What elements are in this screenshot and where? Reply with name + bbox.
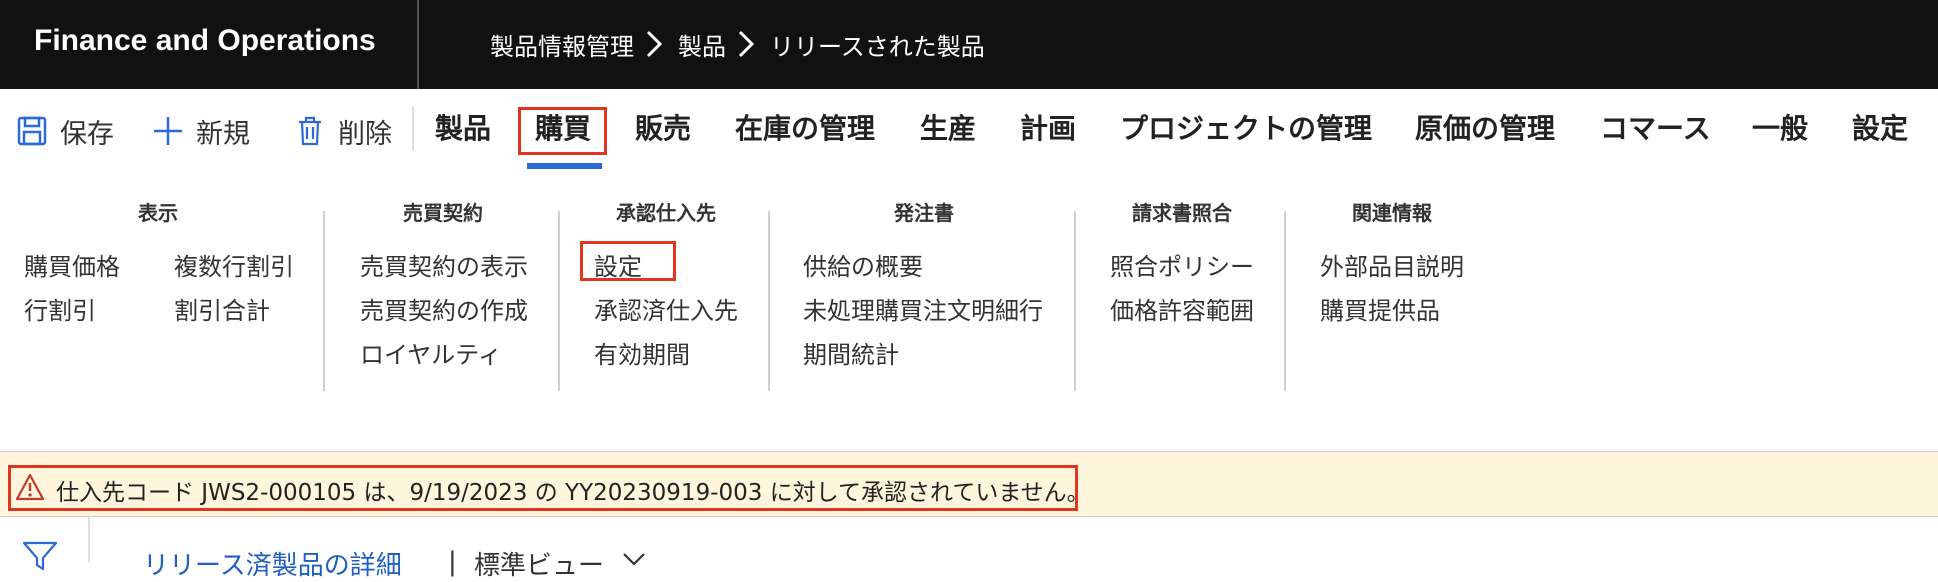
topbar-divider [417,0,419,89]
selected-tab-indicator [527,163,602,169]
chevron-right-icon [634,26,678,62]
app-title[interactable]: Finance and Operations [34,24,376,58]
tab-manage-projects[interactable]: プロジェクトの管理 [1120,109,1372,149]
filter-pane-divider [88,517,90,562]
tab-engineer[interactable]: 生産 [920,109,976,149]
ribbon-item-royalty[interactable]: ロイヤルティ [360,335,502,370]
view-separator: | [448,547,457,577]
ribbon-item-price-tolerance[interactable]: 価格許容範囲 [1110,291,1254,326]
breadcrumb-item[interactable]: 製品 [678,27,726,62]
warning-icon [15,472,45,502]
ribbon-item-period-statistics[interactable]: 期間統計 [803,335,899,370]
tab-setup[interactable]: 設定 [1852,109,1908,149]
tab-plan[interactable]: 計画 [1020,109,1076,149]
ribbon-item-total-discount[interactable]: 割引合計 [174,291,270,326]
ribbon-item-purchase-offerings[interactable]: 購買提供品 [1320,291,1440,326]
group-title-view: 表示 [138,201,178,225]
group-divider [768,211,770,391]
group-title-invoice-matching: 請求書照合 [1132,201,1232,225]
ribbon-item-external-item-description[interactable]: 外部品目説明 [1320,247,1464,282]
released-product-details-link[interactable]: リリース済製品の詳細 [143,545,402,582]
ribbon-tabs: 製品 購買 販売 在庫の管理 生産 計画 プロジェクトの管理 原価の管理 コマー… [0,89,1938,171]
tab-sell[interactable]: 販売 [635,109,691,149]
tab-general[interactable]: 一般 [1752,109,1808,149]
tab-manage-inventory[interactable]: 在庫の管理 [735,109,875,149]
filter-icon[interactable] [22,541,58,571]
chevron-down-icon[interactable] [622,551,646,566]
tab-products[interactable]: 製品 [435,109,491,149]
group-title-trade-agreements: 売買契約 [403,201,483,225]
ribbon-item-matching-policy[interactable]: 照合ポリシー [1110,247,1254,282]
ribbon-item-create-trade-agreements[interactable]: 売買契約の作成 [360,291,528,326]
ribbon-item-approved-vendors[interactable]: 承認済仕入先 [594,291,738,326]
selected-tab-highlight [518,107,607,155]
breadcrumb-item[interactable]: 製品情報管理 [490,27,634,62]
ribbon-item-line-discount[interactable]: 行割引 [24,291,96,326]
view-selector[interactable]: 標準ビュー [474,545,604,582]
tab-retail[interactable]: コマース [1600,109,1711,149]
tab-manage-costs[interactable]: 原価の管理 [1415,109,1555,149]
ribbon-item-supply-overview[interactable]: 供給の概要 [803,247,923,282]
warning-text: 仕入先コード JWS2-000105 は、9/19/2023 の YY20230… [56,480,1090,506]
ribbon-panel: 表示 購買価格 行割引 複数行割引 割引合計 売買契約 売買契約の表示 売買契約… [0,171,1938,451]
action-toolbar: 保存 新規 削除 製品 購買 販売 在庫の管理 生産 計画 プロジェクトの管理 … [0,89,1938,171]
group-divider [1284,211,1286,391]
group-title-purchase-order: 発注書 [894,201,954,225]
group-divider [1074,211,1076,391]
ribbon-item-multiline-discount[interactable]: 複数行割引 [174,247,294,282]
group-divider [323,211,325,391]
setup-item-highlight [580,241,676,281]
breadcrumb-item[interactable]: リリースされた製品 [770,27,985,62]
chevron-right-icon [726,26,770,62]
ribbon-item-purchase-price[interactable]: 購買価格 [24,247,120,282]
group-title-approved-vendor: 承認仕入先 [616,201,716,225]
ribbon-item-view-trade-agreements[interactable]: 売買契約の表示 [360,247,528,282]
ribbon-item-open-po-lines[interactable]: 未処理購買注文明細行 [803,291,1043,326]
group-title-related-information: 関連情報 [1352,201,1432,225]
breadcrumb: 製品情報管理 製品 リリースされた製品 [490,26,985,62]
top-navigation-bar: Finance and Operations 製品情報管理 製品 リリースされた… [0,0,1938,89]
group-divider [558,211,560,391]
ribbon-item-validity-period[interactable]: 有効期間 [594,335,690,370]
